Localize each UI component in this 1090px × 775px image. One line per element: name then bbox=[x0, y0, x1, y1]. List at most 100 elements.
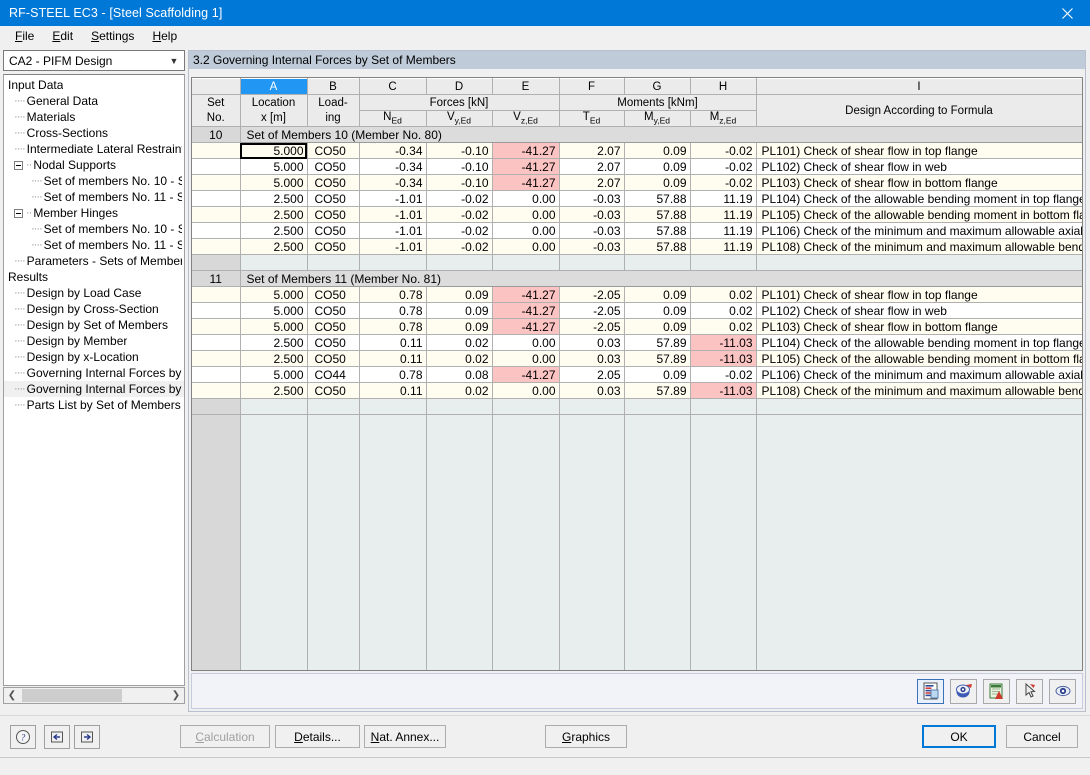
help-icon[interactable]: ? bbox=[10, 725, 36, 749]
cell-vy-ed[interactable]: -0.02 bbox=[426, 206, 493, 223]
cell-location[interactable]: 2.500 bbox=[240, 350, 308, 367]
cell-t-ed[interactable]: 2.07 bbox=[559, 174, 625, 191]
cell-n-ed[interactable]: 0.78 bbox=[359, 366, 427, 383]
cell-vy-ed[interactable]: -0.02 bbox=[426, 190, 493, 207]
table-row[interactable]: 5.000 CO50 0.78 0.09 -41.27 -2.05 0.09 0.02 PL10… bbox=[192, 286, 1082, 303]
sidebar-item-design-by-load-case[interactable]: ···· Design by Load Case bbox=[4, 285, 184, 301]
cell-mz-ed[interactable]: 11.19 bbox=[690, 206, 757, 223]
cell-vy-ed[interactable]: 0.09 bbox=[426, 286, 493, 303]
cell-vy-ed[interactable]: -0.10 bbox=[426, 158, 493, 175]
sidebar-item-input-data[interactable]: Input Data bbox=[4, 77, 184, 93]
sidebar-item-design-by-set-of-members[interactable]: ···· Design by Set of Members bbox=[4, 317, 184, 333]
cell-my-ed[interactable]: 0.09 bbox=[624, 174, 691, 191]
cell-loading[interactable]: CO50 bbox=[307, 190, 360, 207]
cell-location[interactable]: 2.500 bbox=[240, 238, 308, 255]
table-row[interactable]: 2.500 CO50 0.11 0.02 0.00 0.03 57.89 -11.03 PL10… bbox=[192, 382, 1082, 399]
blank-row-selector[interactable] bbox=[192, 254, 241, 271]
export-excel-icon[interactable] bbox=[983, 678, 1010, 704]
sidebar-item-results[interactable]: Results bbox=[4, 269, 184, 285]
cell-t-ed[interactable]: -0.03 bbox=[559, 190, 625, 207]
row-selector[interactable] bbox=[192, 174, 241, 191]
cell-formula[interactable]: PL101) Check of shear flow in top flange bbox=[756, 286, 1082, 303]
row-selector[interactable] bbox=[192, 206, 241, 223]
cell-t-ed[interactable]: -0.03 bbox=[559, 222, 625, 239]
cell-t-ed[interactable]: 0.03 bbox=[559, 334, 625, 351]
cell-my-ed[interactable]: 57.88 bbox=[624, 190, 691, 207]
sidebar-item-design-by-cross-section[interactable]: ···· Design by Cross-Section bbox=[4, 301, 184, 317]
ok-button[interactable]: OK bbox=[922, 725, 996, 748]
cell-mz-ed[interactable]: 0.02 bbox=[690, 318, 757, 335]
cell-n-ed[interactable]: 0.78 bbox=[359, 318, 427, 335]
cell-my-ed[interactable]: 0.09 bbox=[624, 158, 691, 175]
table-row[interactable]: 2.500 CO50 -1.01 -0.02 0.00 -0.03 57.88 11.19 PL… bbox=[192, 222, 1082, 239]
cell-mz-ed[interactable]: -0.02 bbox=[690, 158, 757, 175]
cell-mz-ed[interactable]: -11.03 bbox=[690, 382, 757, 399]
cell-t-ed[interactable]: 0.03 bbox=[559, 382, 625, 399]
column-header-G[interactable]: G bbox=[624, 78, 691, 95]
column-header-setno[interactable] bbox=[192, 78, 241, 95]
cell-loading[interactable]: CO50 bbox=[307, 286, 360, 303]
cell-vz-ed[interactable]: -41.27 bbox=[492, 302, 560, 319]
cell-t-ed[interactable]: 0.03 bbox=[559, 350, 625, 367]
cell-my-ed[interactable]: 0.09 bbox=[624, 318, 691, 335]
cell-n-ed[interactable]: -1.01 bbox=[359, 238, 427, 255]
close-icon[interactable] bbox=[1044, 0, 1090, 26]
column-header-H[interactable]: H bbox=[690, 78, 757, 95]
cell-t-ed[interactable]: -2.05 bbox=[559, 318, 625, 335]
cell-formula[interactable]: PL103) Check of shear flow in bottom fla… bbox=[756, 174, 1082, 191]
column-header-E[interactable]: E bbox=[492, 78, 560, 95]
menu-item-settings[interactable]: Settings bbox=[82, 27, 143, 45]
cell-location[interactable]: 2.500 bbox=[240, 382, 308, 399]
cell-t-ed[interactable]: 2.07 bbox=[559, 142, 625, 159]
column-header-I[interactable]: I bbox=[756, 78, 1082, 95]
blank-row-selector[interactable] bbox=[192, 398, 241, 415]
cell-formula[interactable]: PL101) Check of shear flow in top flange bbox=[756, 142, 1082, 159]
column-header-C[interactable]: C bbox=[359, 78, 427, 95]
row-selector[interactable] bbox=[192, 190, 241, 207]
cell-location[interactable]: 5.000 bbox=[240, 286, 308, 303]
cell-vy-ed[interactable]: 0.02 bbox=[426, 350, 493, 367]
table-row[interactable]: 5.000 CO50 -0.34 -0.10 -41.27 2.07 0.09 -0.02 PL… bbox=[192, 142, 1082, 159]
cell-formula[interactable]: PL106) Check of the minimum and maximum … bbox=[756, 222, 1082, 239]
sidebar-item-member-hinges[interactable]: ·· Member Hinges bbox=[4, 205, 184, 221]
cell-n-ed[interactable]: 0.11 bbox=[359, 382, 427, 399]
cell-t-ed[interactable]: -0.03 bbox=[559, 238, 625, 255]
cell-loading[interactable]: CO50 bbox=[307, 302, 360, 319]
sidebar-item-set-of-members-no-10-set[interactable]: ···· Set of members No. 10 - Set bbox=[4, 221, 184, 237]
cell-formula[interactable]: PL108) Check of the minimum and maximum … bbox=[756, 382, 1082, 399]
sidebar-item-parameters-sets-of-members[interactable]: ···· Parameters - Sets of Members bbox=[4, 253, 184, 269]
cell-mz-ed[interactable]: 11.19 bbox=[690, 190, 757, 207]
cell-my-ed[interactable]: 57.89 bbox=[624, 334, 691, 351]
previous-icon[interactable] bbox=[44, 725, 70, 749]
row-selector[interactable] bbox=[192, 318, 241, 335]
next-icon[interactable] bbox=[74, 725, 100, 749]
cell-vz-ed[interactable]: -41.27 bbox=[492, 318, 560, 335]
cell-t-ed[interactable]: -2.05 bbox=[559, 286, 625, 303]
cell-vz-ed[interactable]: 0.00 bbox=[492, 238, 560, 255]
cell-mz-ed[interactable]: 0.02 bbox=[690, 302, 757, 319]
sidebar-item-nodal-supports[interactable]: ·· Nodal Supports bbox=[4, 157, 184, 173]
navigator-hscrollbar[interactable]: ❮ ❯ bbox=[3, 687, 185, 704]
cell-my-ed[interactable]: 0.09 bbox=[624, 302, 691, 319]
row-selector[interactable] bbox=[192, 382, 241, 399]
select-in-graphic-icon[interactable] bbox=[1016, 678, 1043, 704]
sidebar-item-design-by-member[interactable]: ···· Design by Member bbox=[4, 333, 184, 349]
cell-loading[interactable]: CO44 bbox=[307, 366, 360, 383]
cell-n-ed[interactable]: 0.11 bbox=[359, 350, 427, 367]
tree-collapse-icon[interactable] bbox=[14, 160, 23, 170]
cell-mz-ed[interactable]: -11.03 bbox=[690, 334, 757, 351]
cell-vz-ed[interactable]: 0.00 bbox=[492, 334, 560, 351]
sidebar-item-governing-internal-forces-by-se[interactable]: ····Governing Internal Forces by Se bbox=[4, 381, 184, 397]
cell-vz-ed[interactable]: 0.00 bbox=[492, 190, 560, 207]
sidebar-item-set-of-members-no-10-set[interactable]: ···· Set of members No. 10 - Set bbox=[4, 173, 184, 189]
cell-vz-ed[interactable]: -41.27 bbox=[492, 286, 560, 303]
cell-my-ed[interactable]: 57.89 bbox=[624, 350, 691, 367]
cell-location[interactable]: 5.000 bbox=[240, 366, 308, 383]
row-selector[interactable] bbox=[192, 222, 241, 239]
cell-location[interactable]: 5.000 bbox=[240, 318, 308, 335]
cell-vy-ed[interactable]: -0.10 bbox=[426, 174, 493, 191]
details-button[interactable]: Details... bbox=[275, 725, 360, 748]
column-header-F[interactable]: F bbox=[559, 78, 625, 95]
cell-formula[interactable]: PL104) Check of the allowable bending mo… bbox=[756, 190, 1082, 207]
sidebar-item-design-by-x-location[interactable]: ···· Design by x-Location bbox=[4, 349, 184, 365]
